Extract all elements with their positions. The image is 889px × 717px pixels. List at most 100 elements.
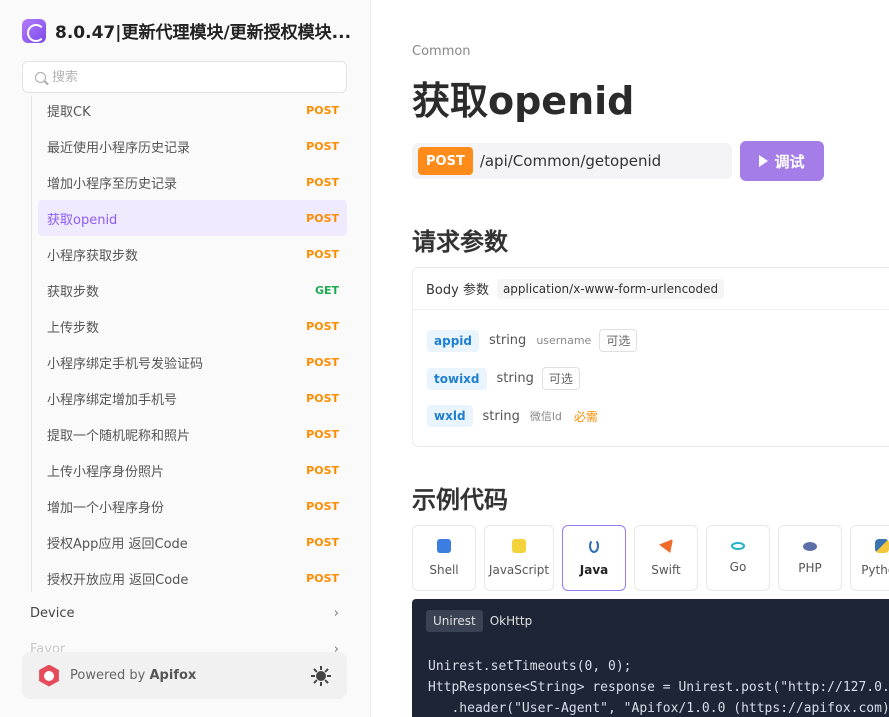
- sidebar-item-label: 提取一个随机昵称和照片: [47, 428, 191, 444]
- sidebar-item-api[interactable]: 小程序获取步数 POST: [38, 236, 347, 272]
- endpoint-path: /api/Common/getopenid: [479, 152, 662, 170]
- param-required-tag: 必需: [573, 409, 598, 424]
- go-icon: [731, 542, 745, 550]
- sidebar-item-label: 小程序绑定增加手机号: [47, 392, 178, 408]
- sidebar-item-label: 小程序获取步数: [47, 248, 139, 264]
- group-label: Device: [30, 605, 75, 621]
- code-line: Unirest.setTimeouts(0, 0);: [428, 659, 632, 674]
- lang-tab-go[interactable]: Go: [706, 525, 770, 591]
- code-line: .header("User-Agent", "Apifox/1.0.0 (htt…: [428, 701, 889, 716]
- sidebar-item-api[interactable]: 增加小程序至历史记录 POST: [38, 164, 347, 200]
- sidebar-item-api[interactable]: 小程序绑定增加手机号 POST: [38, 380, 347, 416]
- lang-tab-java[interactable]: Java: [562, 525, 626, 591]
- chevron-right-icon: ›: [333, 605, 339, 621]
- param-row: appid string username 可选: [427, 329, 638, 352]
- sidebar-item-api[interactable]: 授权开放应用 返回Code POST: [38, 560, 347, 596]
- brand[interactable]: 8.0.47|更新代理模块/更新授权模块...: [22, 18, 351, 43]
- method-tag: POST: [306, 355, 339, 369]
- sidebar-item-label: 增加一个小程序身份: [47, 500, 165, 516]
- shell-icon: [437, 539, 451, 553]
- sidebar-item-api[interactable]: 上传步数 POST: [38, 308, 347, 344]
- sidebar-item-label: 获取步数: [47, 284, 100, 300]
- method-tag: POST: [306, 427, 339, 441]
- sidebar: 8.0.47|更新代理模块/更新授权模块... 提取CKPOST最近使用小程序历…: [0, 0, 371, 717]
- sidebar-item-api[interactable]: 提取一个随机昵称和照片 POST: [38, 416, 347, 452]
- sidebar-item-api[interactable]: 获取步数 GET: [38, 272, 347, 308]
- theme-toggle-sun-icon[interactable]: [311, 665, 331, 686]
- method-tag: POST: [306, 247, 339, 261]
- sidebar-item-label: 获取openid: [47, 212, 118, 228]
- library-tabs: Unirest OkHttp: [426, 610, 539, 632]
- sidebar-item-api[interactable]: 增加一个小程序身份 POST: [38, 488, 347, 524]
- javascript-icon: [512, 539, 526, 553]
- lang-tab-swift[interactable]: Swift: [634, 525, 698, 591]
- powered-by-text: Powered by Apifox: [70, 668, 197, 683]
- method-badge: POST: [418, 147, 473, 175]
- sidebar-item-label: 小程序绑定手机号发验证码: [47, 356, 204, 372]
- method-tag: GET: [314, 283, 339, 297]
- app-root: 8.0.47|更新代理模块/更新授权模块... 提取CKPOST最近使用小程序历…: [0, 0, 889, 717]
- swift-icon: [659, 539, 673, 553]
- method-tag: POST: [306, 175, 339, 189]
- debug-button[interactable]: 调试: [740, 141, 824, 181]
- group-device[interactable]: Device ›: [22, 600, 347, 626]
- sidebar-item-api[interactable]: 最近使用小程序历史记录 POST: [38, 128, 347, 164]
- play-icon: [759, 155, 769, 167]
- method-tag: POST: [306, 103, 339, 117]
- content-type-chip: application/x-www-form-urlencoded: [496, 278, 725, 299]
- param-type: string: [488, 333, 527, 348]
- endpoint-bar[interactable]: POST /api/Common/getopenid: [412, 143, 732, 179]
- param-desc: 微信ld: [529, 410, 562, 423]
- tab-okhttp[interactable]: OkHttp: [483, 610, 539, 632]
- sidebar-item-api[interactable]: 授权App应用 返回Code POST: [38, 524, 347, 560]
- body-params-header: Body 参数 application/x-www-form-urlencode…: [413, 268, 889, 310]
- request-params-heading: 请求参数: [412, 228, 508, 256]
- python-icon: [875, 539, 889, 553]
- project-title: 8.0.47|更新代理模块/更新授权模块...: [55, 23, 352, 43]
- body-params-label: Body 参数: [426, 283, 489, 298]
- search-icon: [35, 71, 46, 83]
- apifox-logo-icon: [39, 664, 59, 687]
- lang-tab-shell[interactable]: Shell: [412, 525, 476, 591]
- code-block: Unirest OkHttp Unirest.setTimeouts(0, 0)…: [412, 599, 889, 717]
- param-name: appid: [427, 329, 479, 352]
- project-logo-icon: [22, 18, 46, 43]
- sidebar-item-api[interactable]: 提取CK POST: [38, 92, 347, 128]
- method-tag: POST: [306, 535, 339, 549]
- example-code-heading: 示例代码: [412, 486, 508, 514]
- tree-guide-line: [31, 96, 32, 592]
- lang-tab-php[interactable]: PHP: [778, 525, 842, 591]
- param-optional-tag: 可选: [599, 329, 638, 352]
- page-title: 获取openid: [412, 79, 635, 123]
- code-text: Unirest.setTimeouts(0, 0); HttpResponse<…: [428, 656, 889, 717]
- sidebar-item-label: 提取CK: [47, 104, 91, 120]
- sidebar-item-label: 上传步数: [47, 320, 100, 336]
- sidebar-item-api[interactable]: 获取openid POST: [38, 200, 347, 236]
- sidebar-item-label: 上传小程序身份照片: [47, 464, 165, 480]
- search-box[interactable]: [22, 61, 347, 93]
- debug-label: 调试: [774, 152, 805, 171]
- param-type: string: [482, 408, 520, 424]
- sidebar-item-label: 最近使用小程序历史记录: [47, 140, 191, 156]
- param-name: wxld: [427, 405, 473, 427]
- lang-tab-python[interactable]: Python: [850, 525, 889, 591]
- param-optional-tag: 可选: [541, 367, 580, 390]
- sidebar-item-label: 授权App应用 返回Code: [47, 536, 188, 552]
- tab-unirest[interactable]: Unirest: [426, 610, 483, 632]
- breadcrumb: Common: [412, 44, 471, 59]
- lang-tab-javascript[interactable]: JavaScript: [484, 525, 554, 591]
- param-type: string: [496, 371, 534, 386]
- search-input[interactable]: [52, 69, 332, 85]
- method-tag: POST: [306, 391, 339, 405]
- param-desc: username: [536, 334, 592, 347]
- powered-by-footer[interactable]: Powered by Apifox: [22, 652, 347, 699]
- sidebar-item-label: 授权开放应用 返回Code: [47, 572, 189, 588]
- method-tag: POST: [306, 139, 339, 153]
- param-row: towixd string 可选: [427, 367, 580, 390]
- body-params-card: Body 参数 application/x-www-form-urlencode…: [412, 267, 889, 447]
- code-line: HttpResponse<String> response = Unirest.…: [428, 680, 889, 695]
- sidebar-item-label: 增加小程序至历史记录: [47, 176, 178, 192]
- sidebar-item-api[interactable]: 上传小程序身份照片 POST: [38, 452, 347, 488]
- sidebar-item-api[interactable]: 小程序绑定手机号发验证码 POST: [38, 344, 347, 380]
- method-tag: POST: [306, 571, 339, 585]
